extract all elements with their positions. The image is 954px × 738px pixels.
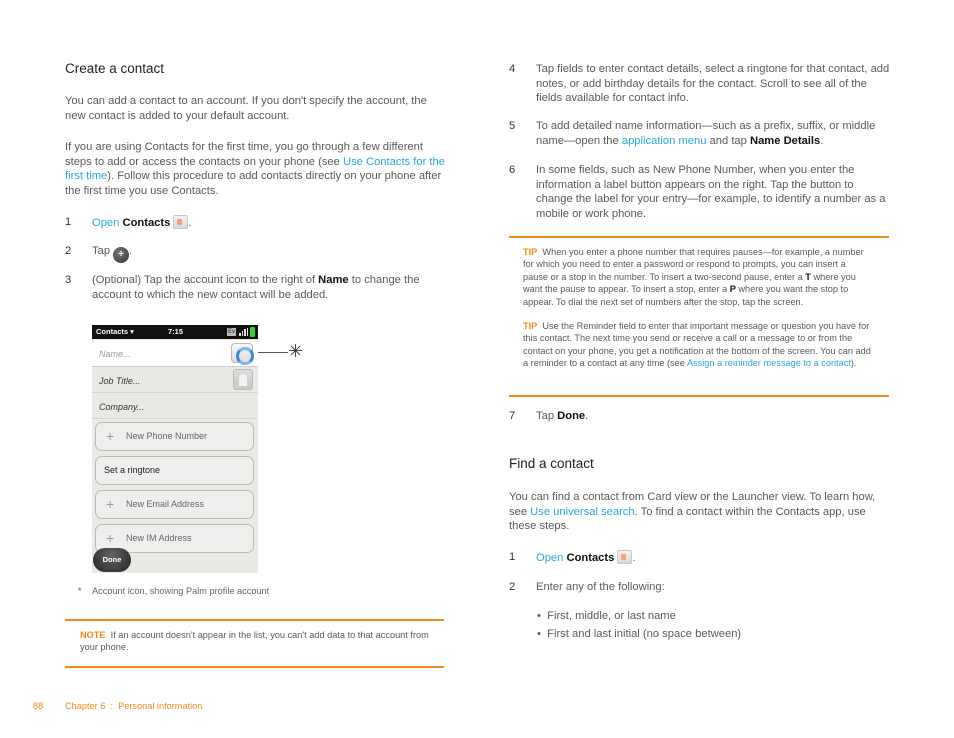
step-2: 2 Tap +. — [65, 244, 445, 263]
app-menu-label: Contacts ▾ — [96, 327, 134, 336]
tip-pauses: TIP When you enter a phone number that r… — [523, 247, 864, 307]
contacts-app-icon — [617, 550, 633, 564]
footnote-marker: * — [78, 586, 82, 596]
footnote-text: Account icon, showing Palm profile accou… — [92, 586, 270, 596]
status-bar: Contacts ▾ 7:15 Ev — [92, 325, 258, 339]
first-time-paragraph: If you are using Contacts for the first … — [65, 141, 445, 197]
find-step-2: 2 Enter any of the following: — [509, 581, 665, 593]
tip-top-rule — [509, 236, 889, 238]
note-bottom-rule — [65, 666, 444, 668]
network-icon: Ev — [227, 328, 236, 336]
new-phone-number-button: + New Phone Number — [95, 422, 254, 451]
page-number: 88 — [33, 701, 44, 711]
plus-icon: + — [106, 428, 115, 444]
note-box: NOTE If an account doesn't appear in the… — [80, 630, 429, 653]
plus-icon: + — [106, 496, 115, 512]
find-step-1: 1 Open Contacts. — [509, 550, 636, 564]
step-3: 3 (Optional) Tap the account icon to the… — [65, 274, 420, 301]
find-intro-paragraph: You can find a contact from Card view or… — [509, 491, 876, 533]
clock: 7:15 — [168, 327, 184, 336]
open-link[interactable]: Open — [536, 552, 563, 564]
callout-line — [258, 352, 288, 353]
battery-icon — [250, 327, 255, 337]
tip-reminder: TIP Use the Reminder field to enter that… — [523, 321, 871, 369]
bullet-item: • First, middle, or last name — [537, 610, 676, 622]
name-field: Name... — [92, 340, 258, 367]
job-title-field: Job Title... — [92, 367, 258, 393]
account-icon — [231, 343, 254, 365]
step-4: 4 Tap fields to enter contact details, s… — [509, 63, 890, 105]
add-contact-icon: + — [113, 247, 130, 263]
intro-paragraph: You can add a contact to an account. If … — [65, 95, 427, 122]
assign-reminder-link[interactable]: Assign a reminder message to a contact — [687, 358, 851, 368]
step-6: 6 In some fields, such as New Phone Numb… — [509, 164, 886, 220]
open-link[interactable]: Open — [92, 217, 119, 229]
use-universal-search-link[interactable]: Use universal search — [530, 506, 634, 518]
chapter-label: Chapter 6 : Personal information — [65, 701, 203, 711]
contact-photo-icon — [233, 369, 253, 390]
section-heading-find-contact: Find a contact — [509, 456, 594, 471]
section-heading-create-contact: Create a contact — [65, 61, 165, 76]
done-button: Done — [93, 548, 131, 572]
callout-asterisk-icon: ✳ — [288, 341, 304, 361]
step-7: 7 Tap Done. — [509, 410, 589, 422]
step-5: 5 To add detailed name information—such … — [509, 120, 876, 147]
application-menu-link[interactable]: application menu — [622, 135, 707, 147]
company-field: Company... — [92, 393, 258, 419]
step-1: 1 Open Contacts. — [65, 215, 192, 229]
new-email-address-button: + New Email Address — [95, 490, 254, 519]
note-top-rule — [65, 619, 444, 621]
bullet-item: • First and last initial (no space betwe… — [537, 628, 742, 640]
set-ringtone-button: Set a ringtone — [95, 456, 254, 485]
signal-icon — [239, 328, 248, 336]
contacts-app-icon — [173, 215, 189, 229]
phone-screenshot: Contacts ▾ 7:15 Ev Name... Job Title... … — [92, 325, 258, 573]
tip-bottom-rule — [509, 395, 889, 397]
